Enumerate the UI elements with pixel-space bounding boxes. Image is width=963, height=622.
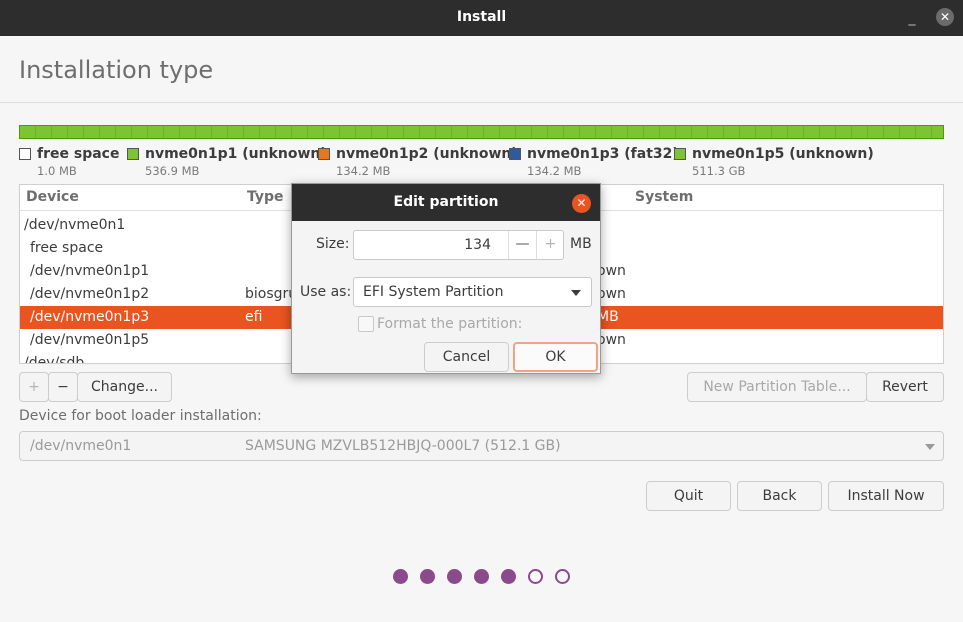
row-system: own [597, 332, 626, 348]
legend-name: nvme0n1p1 (unknown) [145, 146, 327, 162]
legend-size: 511.3 GB [692, 164, 746, 178]
row-device: /dev/nvme0n1p2 [30, 286, 150, 302]
dialog-title: Edit partition [393, 194, 499, 210]
header-divider [0, 102, 963, 103]
row-device: /dev/sdb [24, 355, 85, 364]
bootloader-label: Device for boot loader installation: [19, 408, 262, 424]
legend-name: nvme0n1p5 (unknown) [692, 146, 874, 162]
legend-swatch [127, 148, 139, 160]
window-titlebar: Install _ ✕ [0, 0, 963, 36]
page-title: Installation type [19, 56, 214, 84]
row-type: biosgru [245, 286, 298, 302]
size-label: Size: [316, 236, 350, 252]
progress-dot-complete [393, 569, 408, 584]
progress-dot-complete [420, 569, 435, 584]
use-as-select[interactable]: EFI System Partition [353, 277, 592, 307]
row-system: own [597, 263, 626, 279]
row-type: efi [245, 309, 263, 325]
progress-dot-complete [447, 569, 462, 584]
row-device: /dev/nvme0n1p5 [30, 332, 150, 348]
decrement-button[interactable]: — [508, 231, 536, 259]
progress-dot-complete [474, 569, 489, 584]
progress-dot-complete [501, 569, 516, 584]
legend-name: free space [37, 146, 120, 162]
ok-button[interactable]: OK [513, 342, 598, 372]
close-icon[interactable]: ✕ [936, 8, 954, 26]
increment-button[interactable]: + [536, 231, 564, 259]
change-partition-button[interactable]: Change... [77, 372, 172, 402]
legend-size: 134.2 MB [527, 164, 582, 178]
edit-partition-dialog: Edit partition ✕ Size: 134 — + MB Use as… [291, 183, 601, 374]
legend-swatch [318, 148, 330, 160]
legend-size: 134.2 MB [336, 164, 391, 178]
row-system: own [597, 286, 626, 302]
legend-swatch [19, 148, 31, 160]
size-unit-label: MB [570, 236, 592, 252]
chevron-down-icon [571, 290, 581, 296]
size-stepper[interactable]: 134 — + [353, 230, 564, 260]
row-device: /dev/nvme0n1p3 [30, 309, 150, 325]
add-partition-button[interactable]: + [19, 372, 49, 402]
chevron-down-icon [925, 444, 935, 450]
legend-size: 536.9 MB [145, 164, 200, 178]
legend-swatch [674, 148, 686, 160]
legend-swatch [509, 148, 521, 160]
cancel-button[interactable]: Cancel [424, 342, 509, 372]
format-partition-checkbox[interactable] [358, 316, 374, 332]
back-button[interactable]: Back [737, 481, 822, 511]
window-title: Install [456, 9, 507, 25]
bootloader-device-select[interactable]: /dev/nvme0n1 SAMSUNG MZVLB512HBJQ-000L7 … [19, 431, 944, 461]
dialog-close-icon[interactable]: ✕ [572, 194, 591, 213]
bootloader-model: SAMSUNG MZVLB512HBJQ-000L7 (512.1 GB) [245, 438, 561, 454]
format-partition-label: Format the partition: [377, 316, 523, 332]
new-partition-table-button[interactable]: New Partition Table... [687, 372, 867, 402]
row-device: free space [30, 240, 104, 256]
row-device: /dev/nvme0n1p1 [30, 263, 150, 279]
dialog-titlebar: Edit partition ✕ [292, 184, 600, 221]
use-as-label: Use as: [300, 284, 352, 300]
progress-dot-pending [528, 569, 543, 584]
progress-dot-pending [555, 569, 570, 584]
install-now-button[interactable]: Install Now [828, 481, 944, 511]
quit-button[interactable]: Quit [646, 481, 731, 511]
revert-button[interactable]: Revert [866, 372, 944, 402]
legend-size: 1.0 MB [37, 164, 77, 178]
size-value[interactable]: 134 [464, 237, 491, 253]
row-device: /dev/nvme0n1 [24, 217, 126, 233]
remove-partition-button[interactable]: − [48, 372, 78, 402]
disk-usage-bar [19, 125, 944, 139]
minimize-icon[interactable]: _ [905, 10, 919, 26]
use-as-value: EFI System Partition [363, 284, 504, 300]
legend-name: nvme0n1p3 (fat32) [527, 146, 679, 162]
legend-name: nvme0n1p2 (unknown) [336, 146, 518, 162]
bootloader-device: /dev/nvme0n1 [30, 438, 132, 454]
